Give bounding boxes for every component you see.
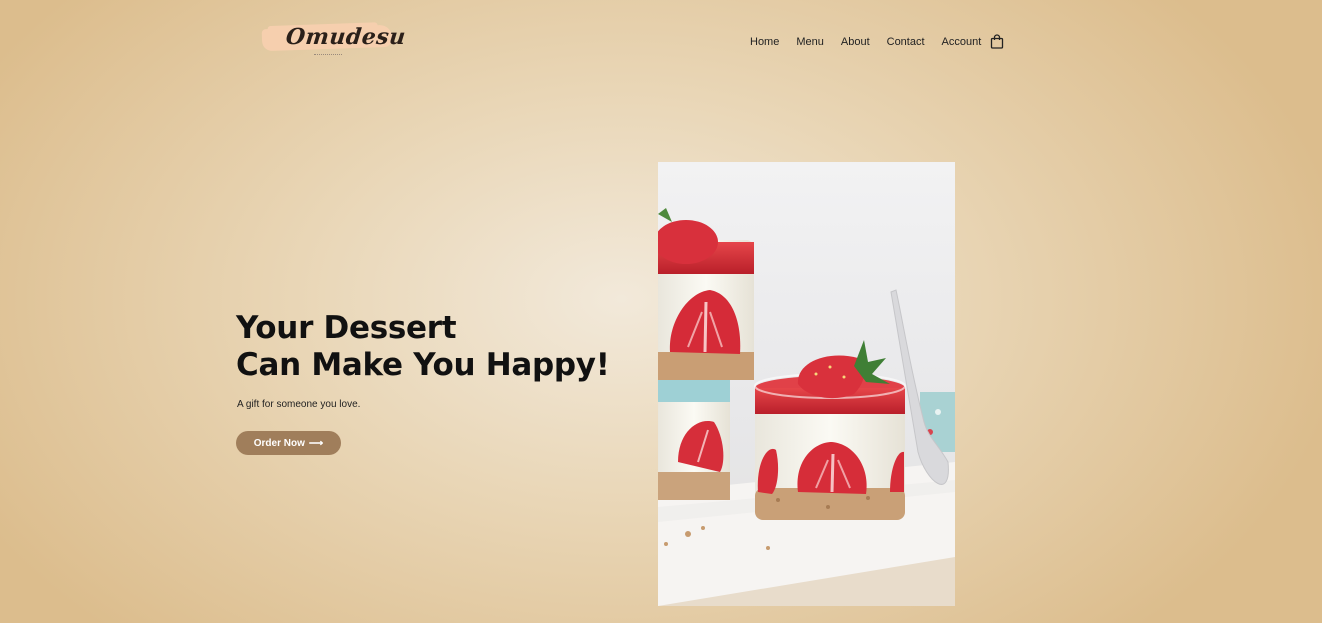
hero-title-line-1: Your Dessert <box>236 310 457 346</box>
order-now-button[interactable]: Order Now ⟶ <box>236 431 341 455</box>
main-nav: Home Menu About Contact Account <box>750 35 998 49</box>
hero-subtitle: A gift for someone you love. <box>237 399 361 410</box>
hero-dessert-image <box>658 162 955 606</box>
hero-title: Your Dessert Can Make You Happy! <box>236 310 610 384</box>
brand-logo[interactable]: Omudesu <box>261 22 407 60</box>
nav-about-link[interactable]: About <box>841 35 870 49</box>
order-now-label: Order Now <box>253 437 305 449</box>
nav-account-link[interactable]: Account <box>942 35 982 49</box>
dessert-illustration <box>658 162 955 606</box>
logo-wordmark: Omudesu <box>284 24 408 50</box>
logo-tagline-mark <box>314 54 342 56</box>
nav-menu-link[interactable]: Menu <box>796 35 824 49</box>
nav-contact-link[interactable]: Contact <box>887 35 925 49</box>
hero-title-line-2: Can Make You Happy! <box>236 347 610 383</box>
shopping-bag-icon[interactable] <box>990 34 1004 49</box>
nav-home-link[interactable]: Home <box>750 35 779 49</box>
arrow-right-icon: ⟶ <box>308 437 324 449</box>
